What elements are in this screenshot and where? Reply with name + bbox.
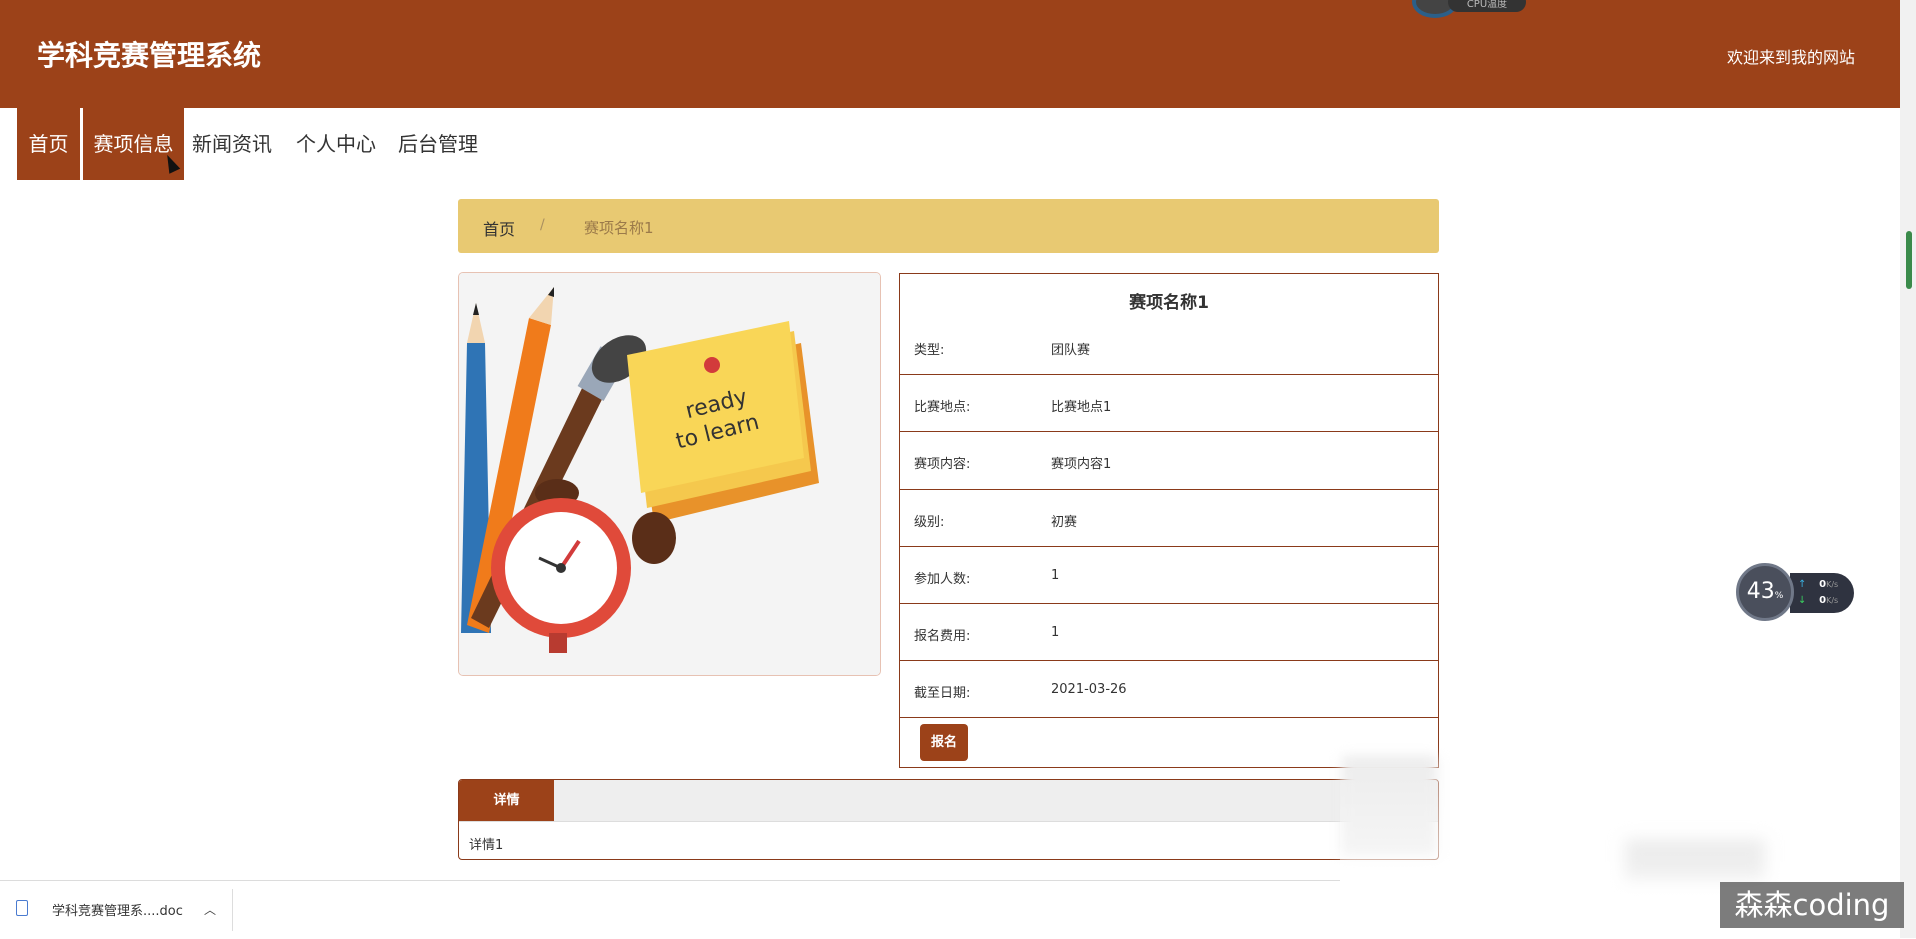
network-speed-widget[interactable]: ↑ 0K/s ↓ 0K/s 43% — [1736, 563, 1856, 623]
download-bar: 学科竞赛管理系....doc ︿ — [0, 880, 1340, 939]
field-label-level: 级别: — [914, 515, 945, 530]
nav-item-admin[interactable]: 后台管理 — [398, 108, 478, 180]
field-value-type: 团队赛 — [1051, 343, 1091, 358]
memory-percent: 43 — [1746, 579, 1775, 604]
download-unit: K/s — [1826, 596, 1839, 605]
speed-readout: ↑ 0K/s ↓ 0K/s — [1790, 573, 1854, 613]
field-label-location: 比赛地点: — [914, 400, 971, 415]
cpu-label: CPU温度 — [1466, 0, 1508, 10]
details-panel: 详情 详情1 — [458, 779, 1439, 860]
event-illustration: ready to learn — [459, 273, 880, 675]
download-filename[interactable]: 学科竞赛管理系....doc — [52, 900, 183, 919]
site-header: 学科竞赛管理系统 欢迎来到我的网站 — [0, 0, 1900, 108]
signup-button[interactable]: 报名 — [920, 724, 968, 761]
field-label-participants: 参加人数: — [914, 572, 971, 587]
field-value-participants: 1 — [1051, 568, 1060, 583]
nav-item-label: 首页 — [28, 132, 69, 156]
memory-percent-unit: % — [1774, 591, 1784, 601]
field-label-deadline: 截至日期: — [914, 686, 971, 701]
chevron-up-icon[interactable]: ︿ — [204, 901, 216, 918]
scrollbar-thumb[interactable] — [1906, 231, 1912, 289]
row-divider — [900, 489, 1438, 490]
field-label-content: 赛项内容: — [914, 457, 971, 472]
row-divider — [900, 717, 1438, 718]
nav-item-label: 新闻资讯 — [192, 132, 272, 156]
details-tabbar: 详情 — [459, 780, 1438, 822]
watermark: 森森coding — [1720, 882, 1904, 928]
row-divider — [900, 431, 1438, 432]
cpu-label-pill: CPU温度 — [1448, 0, 1526, 12]
nav-item-label: 个人中心 — [296, 132, 376, 156]
cpu-monitor-widget[interactable]: CPU温度 — [1412, 0, 1527, 20]
nav-item-label: 赛项信息 — [93, 132, 174, 156]
memory-gauge: 43% — [1736, 563, 1794, 621]
row-divider — [900, 603, 1438, 604]
field-value-fee: 1 — [1051, 625, 1060, 640]
nav-item-home[interactable]: 首页 — [17, 108, 80, 180]
nav-item-news[interactable]: 新闻资讯 — [192, 108, 272, 180]
doc-file-icon — [16, 900, 28, 916]
breadcrumb-current: 赛项名称1 — [584, 219, 654, 237]
welcome-text: 欢迎来到我的网站 — [1726, 48, 1855, 67]
page-scrollbar[interactable] — [1900, 0, 1916, 938]
nav-item-personal-center[interactable]: 个人中心 — [296, 108, 376, 180]
field-value-level: 初赛 — [1051, 515, 1078, 530]
site-title: 学科竞赛管理系统 — [37, 39, 262, 72]
tab-details[interactable]: 详情 — [459, 780, 554, 821]
field-value-location: 比赛地点1 — [1051, 400, 1112, 415]
breadcrumb-separator: / — [540, 217, 545, 233]
field-label-fee: 报名费用: — [914, 629, 971, 644]
breadcrumb-home-link[interactable]: 首页 — [483, 216, 515, 240]
breadcrumb: 首页 / 赛项名称1 — [458, 199, 1439, 253]
download-divider — [232, 889, 233, 931]
details-content: 详情1 — [469, 838, 504, 853]
row-divider — [900, 374, 1438, 375]
field-value-content: 赛项内容1 — [1051, 457, 1112, 472]
field-value-deadline: 2021-03-26 — [1051, 682, 1127, 697]
field-label-type: 类型: — [914, 343, 945, 358]
event-image: ready to learn — [458, 272, 881, 676]
upload-unit: K/s — [1826, 580, 1839, 589]
event-info-table: 赛项名称1 类型: 团队赛 比赛地点: 比赛地点1 赛项内容: 赛项内容1 级别… — [899, 273, 1439, 768]
nav-item-label: 后台管理 — [398, 132, 478, 156]
row-divider — [900, 546, 1438, 547]
row-divider — [900, 660, 1438, 661]
event-title: 赛项名称1 — [1129, 293, 1209, 313]
